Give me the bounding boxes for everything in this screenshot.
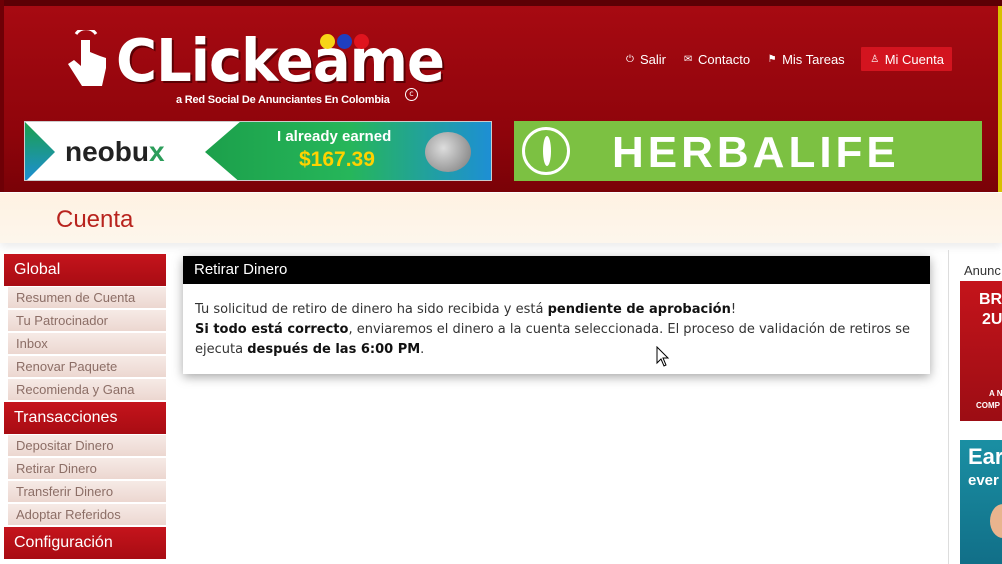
message-after-time: después de las 6:00 PM: [247, 342, 421, 357]
nav-contacto[interactable]: ✉ Contacto: [682, 47, 750, 71]
sidebar: Global Resumen de Cuenta Tu Patrocinador…: [4, 254, 166, 564]
user-icon: ♙: [870, 53, 880, 65]
sidebar-item-inbox[interactable]: Inbox: [8, 333, 166, 355]
ad1-text-2: 2U: [982, 311, 1002, 328]
herbalife-text: HERBALIFE: [612, 128, 900, 177]
sidebar-section-global[interactable]: Global: [4, 254, 166, 286]
mouse-icon: [425, 132, 471, 172]
ad2-text-1: Ear: [968, 444, 1002, 469]
sidebar-section-transacciones[interactable]: Transacciones: [4, 402, 166, 434]
nav-salir-label: Salir: [640, 51, 667, 67]
neobux-banner[interactable]: neobux I already earned $167.39: [24, 121, 492, 181]
logo-dot-yellow: [320, 34, 335, 49]
nav-mis-tareas[interactable]: ⚑ Mis Tareas: [766, 47, 845, 71]
sidebar-section-configuracion[interactable]: Configuración: [4, 527, 166, 559]
page-title: Cuenta: [56, 206, 134, 233]
ad1-text-1: BRA: [979, 291, 1002, 308]
envelope-icon: ✉: [683, 53, 693, 65]
nav-mi-cuenta[interactable]: ♙ Mi Cuenta: [860, 47, 952, 71]
sidebar-item-adoptar-referidos[interactable]: Adoptar Referidos: [8, 504, 166, 526]
neobux-logo-x: x: [149, 136, 165, 167]
site-header: CLickeame a Red Social De Anunciantes En…: [0, 0, 1002, 192]
withdraw-panel: Retirar Dinero Tu solicitud de retiro de…: [183, 256, 930, 374]
sidebar-item-recomienda-y-gana[interactable]: Recomienda y Gana: [8, 379, 166, 401]
neobux-logo-text: neobu: [65, 136, 149, 167]
neobux-earned-label: I already earned: [277, 128, 392, 145]
ads-column: Anunc BRA 2U A N COMP Ear ever: [948, 250, 1002, 564]
top-nav: ⏻ Salir ✉ Contacto ⚑ Mis Tareas ♙ Mi Cuenta: [624, 47, 952, 71]
neobux-amount: $167.39: [299, 148, 375, 171]
message-if-correct: Si todo está correcto: [195, 322, 349, 337]
copyright-icon: c: [405, 88, 418, 101]
neobux-logo: neobux: [65, 136, 165, 168]
ad-banner-red[interactable]: BRA 2U A N COMP: [960, 281, 1002, 421]
ads-title: Anunc: [964, 263, 1001, 278]
nav-mi-cuenta-label: Mi Cuenta: [884, 51, 944, 67]
site-logo[interactable]: CLickeame a Red Social De Anunciantes En…: [62, 28, 445, 110]
page-title-bar: Cuenta: [0, 193, 1002, 243]
neobux-arrow-shape: [25, 122, 55, 180]
power-icon: ⏻: [626, 53, 634, 65]
ad-banner-teal[interactable]: Ear ever: [960, 440, 1002, 564]
sidebar-item-renovar-paquete[interactable]: Renovar Paquete: [8, 356, 166, 378]
panel-message: Tu solicitud de retiro de dinero ha sido…: [183, 284, 930, 360]
logo-dot-red: [354, 34, 369, 49]
nav-contacto-label: Contacto: [698, 51, 751, 67]
logo-text: CLickeame: [116, 27, 445, 96]
herbalife-banner[interactable]: HERBALIFE: [514, 121, 982, 181]
message-line1-text: Tu solicitud de retiro de dinero ha sido…: [195, 302, 548, 317]
message-line2-end: .: [420, 342, 425, 357]
header-top-line: [4, 0, 1002, 6]
flag-icon: ⚑: [767, 53, 777, 65]
nav-mis-tareas-label: Mis Tareas: [782, 51, 845, 67]
ad1-text-3: A N: [989, 389, 1002, 398]
sidebar-item-tu-patrocinador[interactable]: Tu Patrocinador: [8, 310, 166, 332]
message-line1-end: !: [730, 302, 737, 317]
panel-title: Retirar Dinero: [183, 256, 930, 284]
hand-pointer-icon: [68, 30, 106, 86]
ad2-text-2: ever: [968, 472, 999, 489]
ad2-person-image: [990, 504, 1002, 538]
herbalife-leaf-icon: [522, 127, 570, 175]
message-pending-approval: pendiente de aprobación: [547, 302, 731, 317]
nav-salir[interactable]: ⏻ Salir: [624, 47, 666, 71]
sidebar-item-resumen-de-cuenta[interactable]: Resumen de Cuenta: [8, 287, 166, 309]
mouse-cursor-icon: [656, 346, 670, 367]
ad1-text-4: COMP: [976, 401, 1000, 410]
sidebar-item-retirar-dinero[interactable]: Retirar Dinero: [8, 458, 166, 480]
logo-dot-blue: [337, 34, 352, 49]
sidebar-item-transferir-dinero[interactable]: Transferir Dinero: [8, 481, 166, 503]
logo-tagline: a Red Social De Anunciantes En Colombia: [176, 94, 390, 106]
sidebar-item-depositar-dinero[interactable]: Depositar Dinero: [8, 435, 166, 457]
logo-dots: [320, 34, 371, 53]
